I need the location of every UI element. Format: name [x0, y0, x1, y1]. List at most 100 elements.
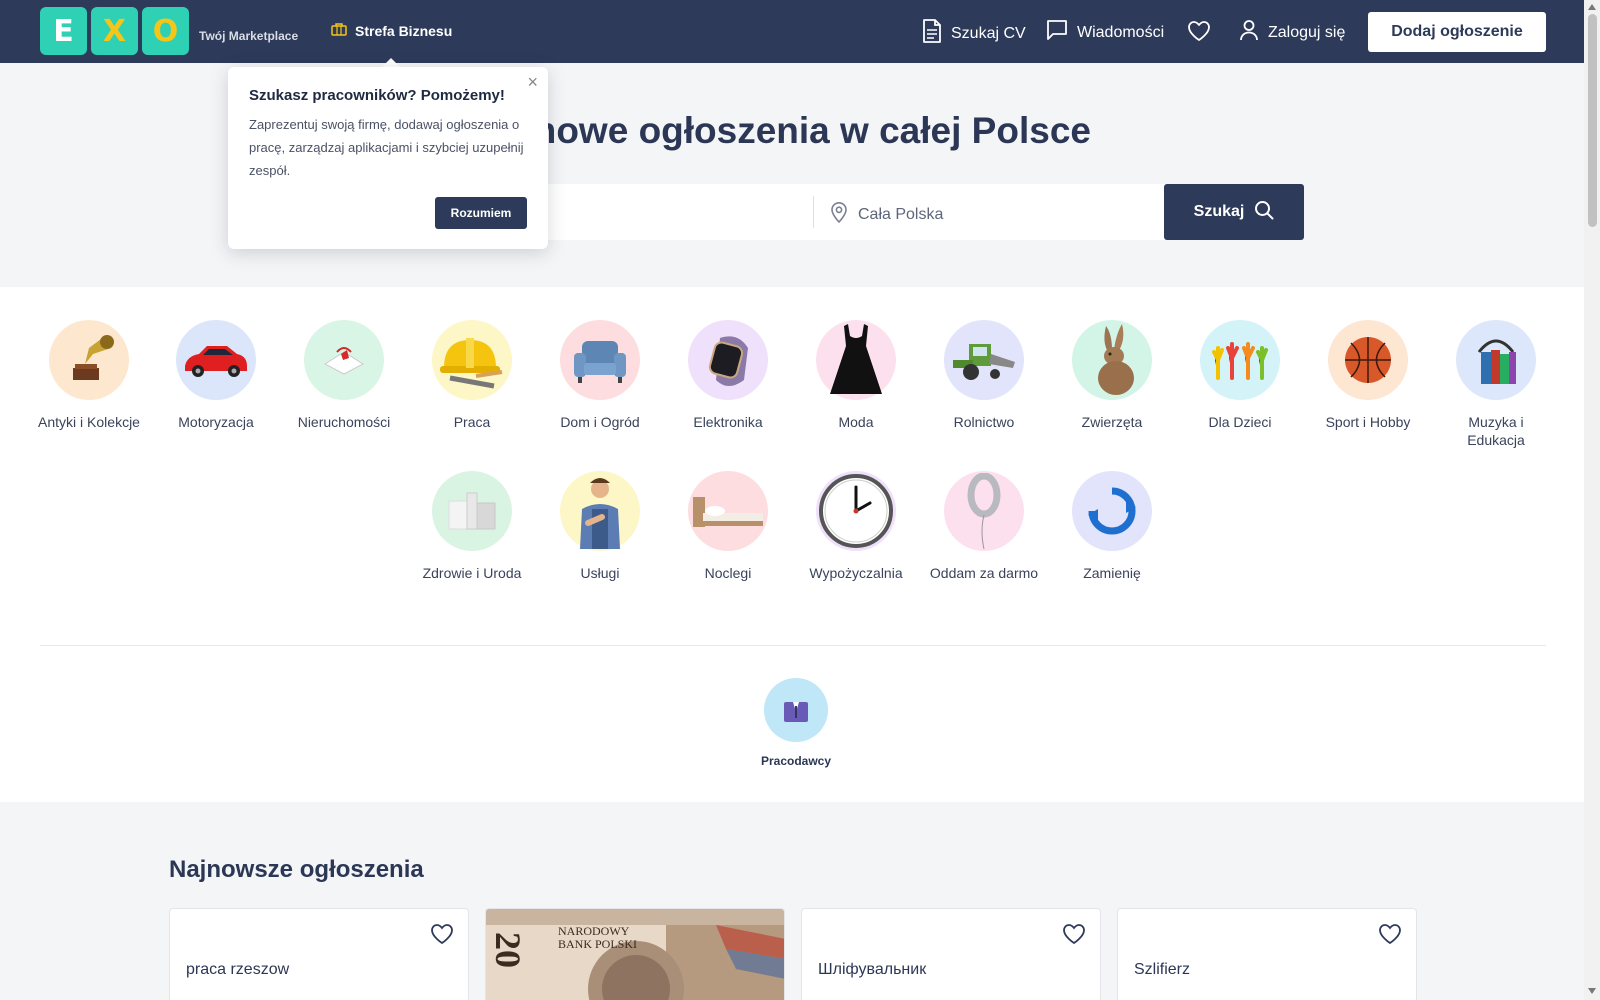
category-dla-dzieci[interactable]: Dla Dzieci — [1185, 320, 1295, 431]
category-praca[interactable]: Praca — [417, 320, 527, 431]
category-muzyka-edukacja[interactable]: Muzyka i Edukacja — [1441, 320, 1551, 449]
location-value: Cała Polska — [858, 205, 944, 223]
category-label: Muzyka i Edukacja — [1467, 414, 1525, 448]
category-uslugi[interactable]: Usługi — [545, 471, 655, 582]
employers-label: Pracodawcy — [760, 754, 832, 768]
messages-link[interactable]: Wiadomości — [1046, 19, 1164, 46]
scroll-down-arrow-icon[interactable] — [1588, 988, 1596, 994]
category-label: Praca — [453, 414, 491, 430]
category-nieruchomosci[interactable]: Nieruchomości — [289, 320, 399, 431]
heart-icon[interactable] — [1378, 923, 1402, 950]
favorites-link[interactable] — [1187, 20, 1211, 47]
category-moda[interactable]: Moda — [801, 320, 911, 431]
category-label: Moda — [838, 414, 874, 430]
category-label: Wypożyczalnia — [809, 565, 903, 581]
popup-confirm-button[interactable]: Rozumiem — [435, 197, 527, 229]
category-label: Zamienię — [1083, 565, 1141, 581]
bed-icon — [688, 471, 768, 551]
books-headphones-icon — [1456, 320, 1536, 400]
category-oddam-za-darmo[interactable]: Oddam za darmo — [929, 471, 1039, 582]
handyman-icon — [560, 471, 640, 551]
category-zamienie[interactable]: Zamienię — [1057, 471, 1167, 582]
listing-title: praca rzeszow — [186, 961, 290, 978]
armchair-icon — [560, 320, 640, 400]
listing-card[interactable]: Szlifierz — [1117, 908, 1417, 1000]
hands-icon — [1200, 320, 1280, 400]
briefcase-icon — [331, 22, 347, 39]
search-button-label: Szukaj — [1193, 203, 1245, 220]
rabbit-icon — [1072, 320, 1152, 400]
category-label: Oddam za darmo — [929, 565, 1039, 581]
top-header: E X O Twój Marketplace Strefa Biznesu Sz… — [0, 0, 1584, 63]
business-zone-label: Strefa Biznesu — [355, 22, 453, 39]
scroll-up-arrow-icon[interactable] — [1588, 4, 1596, 10]
site-logo[interactable]: E X O — [40, 7, 189, 55]
business-popup: × Szukasz pracowników? Pomożemy! Zapreze… — [228, 67, 548, 249]
category-label: Elektronika — [693, 414, 763, 430]
popup-title: Szukasz pracowników? Pomożemy! — [249, 87, 505, 104]
listing-title: Шліфувальник — [818, 961, 927, 978]
cosmetics-icon — [432, 471, 512, 551]
search-button[interactable]: Szukaj — [1164, 184, 1304, 240]
logo-letter-x: X — [91, 7, 138, 55]
listing-card[interactable]: NARODOWY BANK POLSKI 20 — [485, 908, 785, 1000]
add-listing-button[interactable]: Dodaj ogłoszenie — [1368, 12, 1546, 52]
employers-link[interactable]: Pracodawcy — [752, 678, 840, 768]
category-label: Sport i Hobby — [1325, 414, 1411, 430]
location-field[interactable]: Cała Polska — [830, 201, 943, 228]
category-antyki[interactable]: Antyki i Kolekcje — [34, 320, 144, 431]
search-cv-label: Szukaj CV — [951, 24, 1026, 42]
chat-icon — [1046, 19, 1068, 46]
banknote-value: 20 — [488, 932, 528, 968]
category-elektronika[interactable]: Elektronika — [673, 320, 783, 431]
car-icon — [176, 320, 256, 400]
dress-icon — [816, 320, 896, 400]
category-label: Motoryzacja — [178, 414, 254, 430]
listing-card[interactable]: Шліфувальник — [801, 908, 1101, 1000]
category-label: Zwierzęta — [1081, 414, 1143, 430]
user-icon — [1239, 19, 1259, 46]
category-dom-ogrod[interactable]: Dom i Ogród — [545, 320, 655, 431]
search-icon — [1254, 200, 1274, 225]
banknote-image: NARODOWY BANK POLSKI 20 — [486, 909, 784, 1000]
search-cv-link[interactable]: Szukaj CV — [922, 19, 1026, 48]
category-label: Noclegi — [704, 565, 752, 581]
category-sport-hobby[interactable]: Sport i Hobby — [1313, 320, 1423, 431]
latest-listings-title: Najnowsze ogłoszenia — [169, 856, 424, 883]
listing-card[interactable]: praca rzeszow — [169, 908, 469, 1000]
category-zdrowie-uroda[interactable]: Zdrowie i Uroda — [417, 471, 527, 582]
gramophone-icon — [49, 320, 129, 400]
harvester-icon — [944, 320, 1024, 400]
login-label: Zaloguj się — [1268, 23, 1346, 41]
listing-title: Szlifierz — [1134, 961, 1191, 978]
basketball-icon — [1328, 320, 1408, 400]
category-wypozyczalnia[interactable]: Wypożyczalnia — [801, 471, 911, 582]
category-rolnictwo[interactable]: Rolnictwo — [929, 320, 1039, 431]
heart-icon[interactable] — [430, 923, 454, 950]
scrollbar-thumb[interactable] — [1588, 14, 1597, 227]
category-label: Antyki i Kolekcje — [38, 414, 140, 430]
logo-tagline: Twój Marketplace — [199, 29, 299, 43]
search-divider — [813, 196, 814, 228]
close-icon[interactable]: × — [527, 73, 538, 91]
category-label: Nieruchomości — [297, 414, 391, 430]
house-keys-icon — [304, 320, 384, 400]
balloon-zero-icon — [944, 471, 1024, 551]
business-zone-link[interactable]: Strefa Biznesu — [331, 22, 452, 39]
categories-divider — [40, 645, 1546, 646]
suit-icon — [764, 678, 828, 742]
hard-hat-icon — [432, 320, 512, 400]
popup-body: Zaprezentuj swoją firmę, dodawaj ogłosze… — [249, 117, 524, 178]
category-zwierzeta[interactable]: Zwierzęta — [1057, 320, 1167, 431]
category-motoryzacja[interactable]: Motoryzacja — [161, 320, 271, 431]
category-label: Rolnictwo — [953, 414, 1015, 430]
logo-letter-o: O — [142, 7, 189, 55]
clock-icon — [816, 471, 896, 551]
category-noclegi[interactable]: Noclegi — [673, 471, 783, 582]
map-pin-icon — [830, 201, 848, 228]
heart-icon[interactable] — [1062, 923, 1086, 950]
logo-letter-e: E — [40, 7, 87, 55]
login-link[interactable]: Zaloguj się — [1239, 19, 1345, 46]
document-icon — [922, 19, 942, 48]
category-label: Usługi — [580, 565, 620, 581]
